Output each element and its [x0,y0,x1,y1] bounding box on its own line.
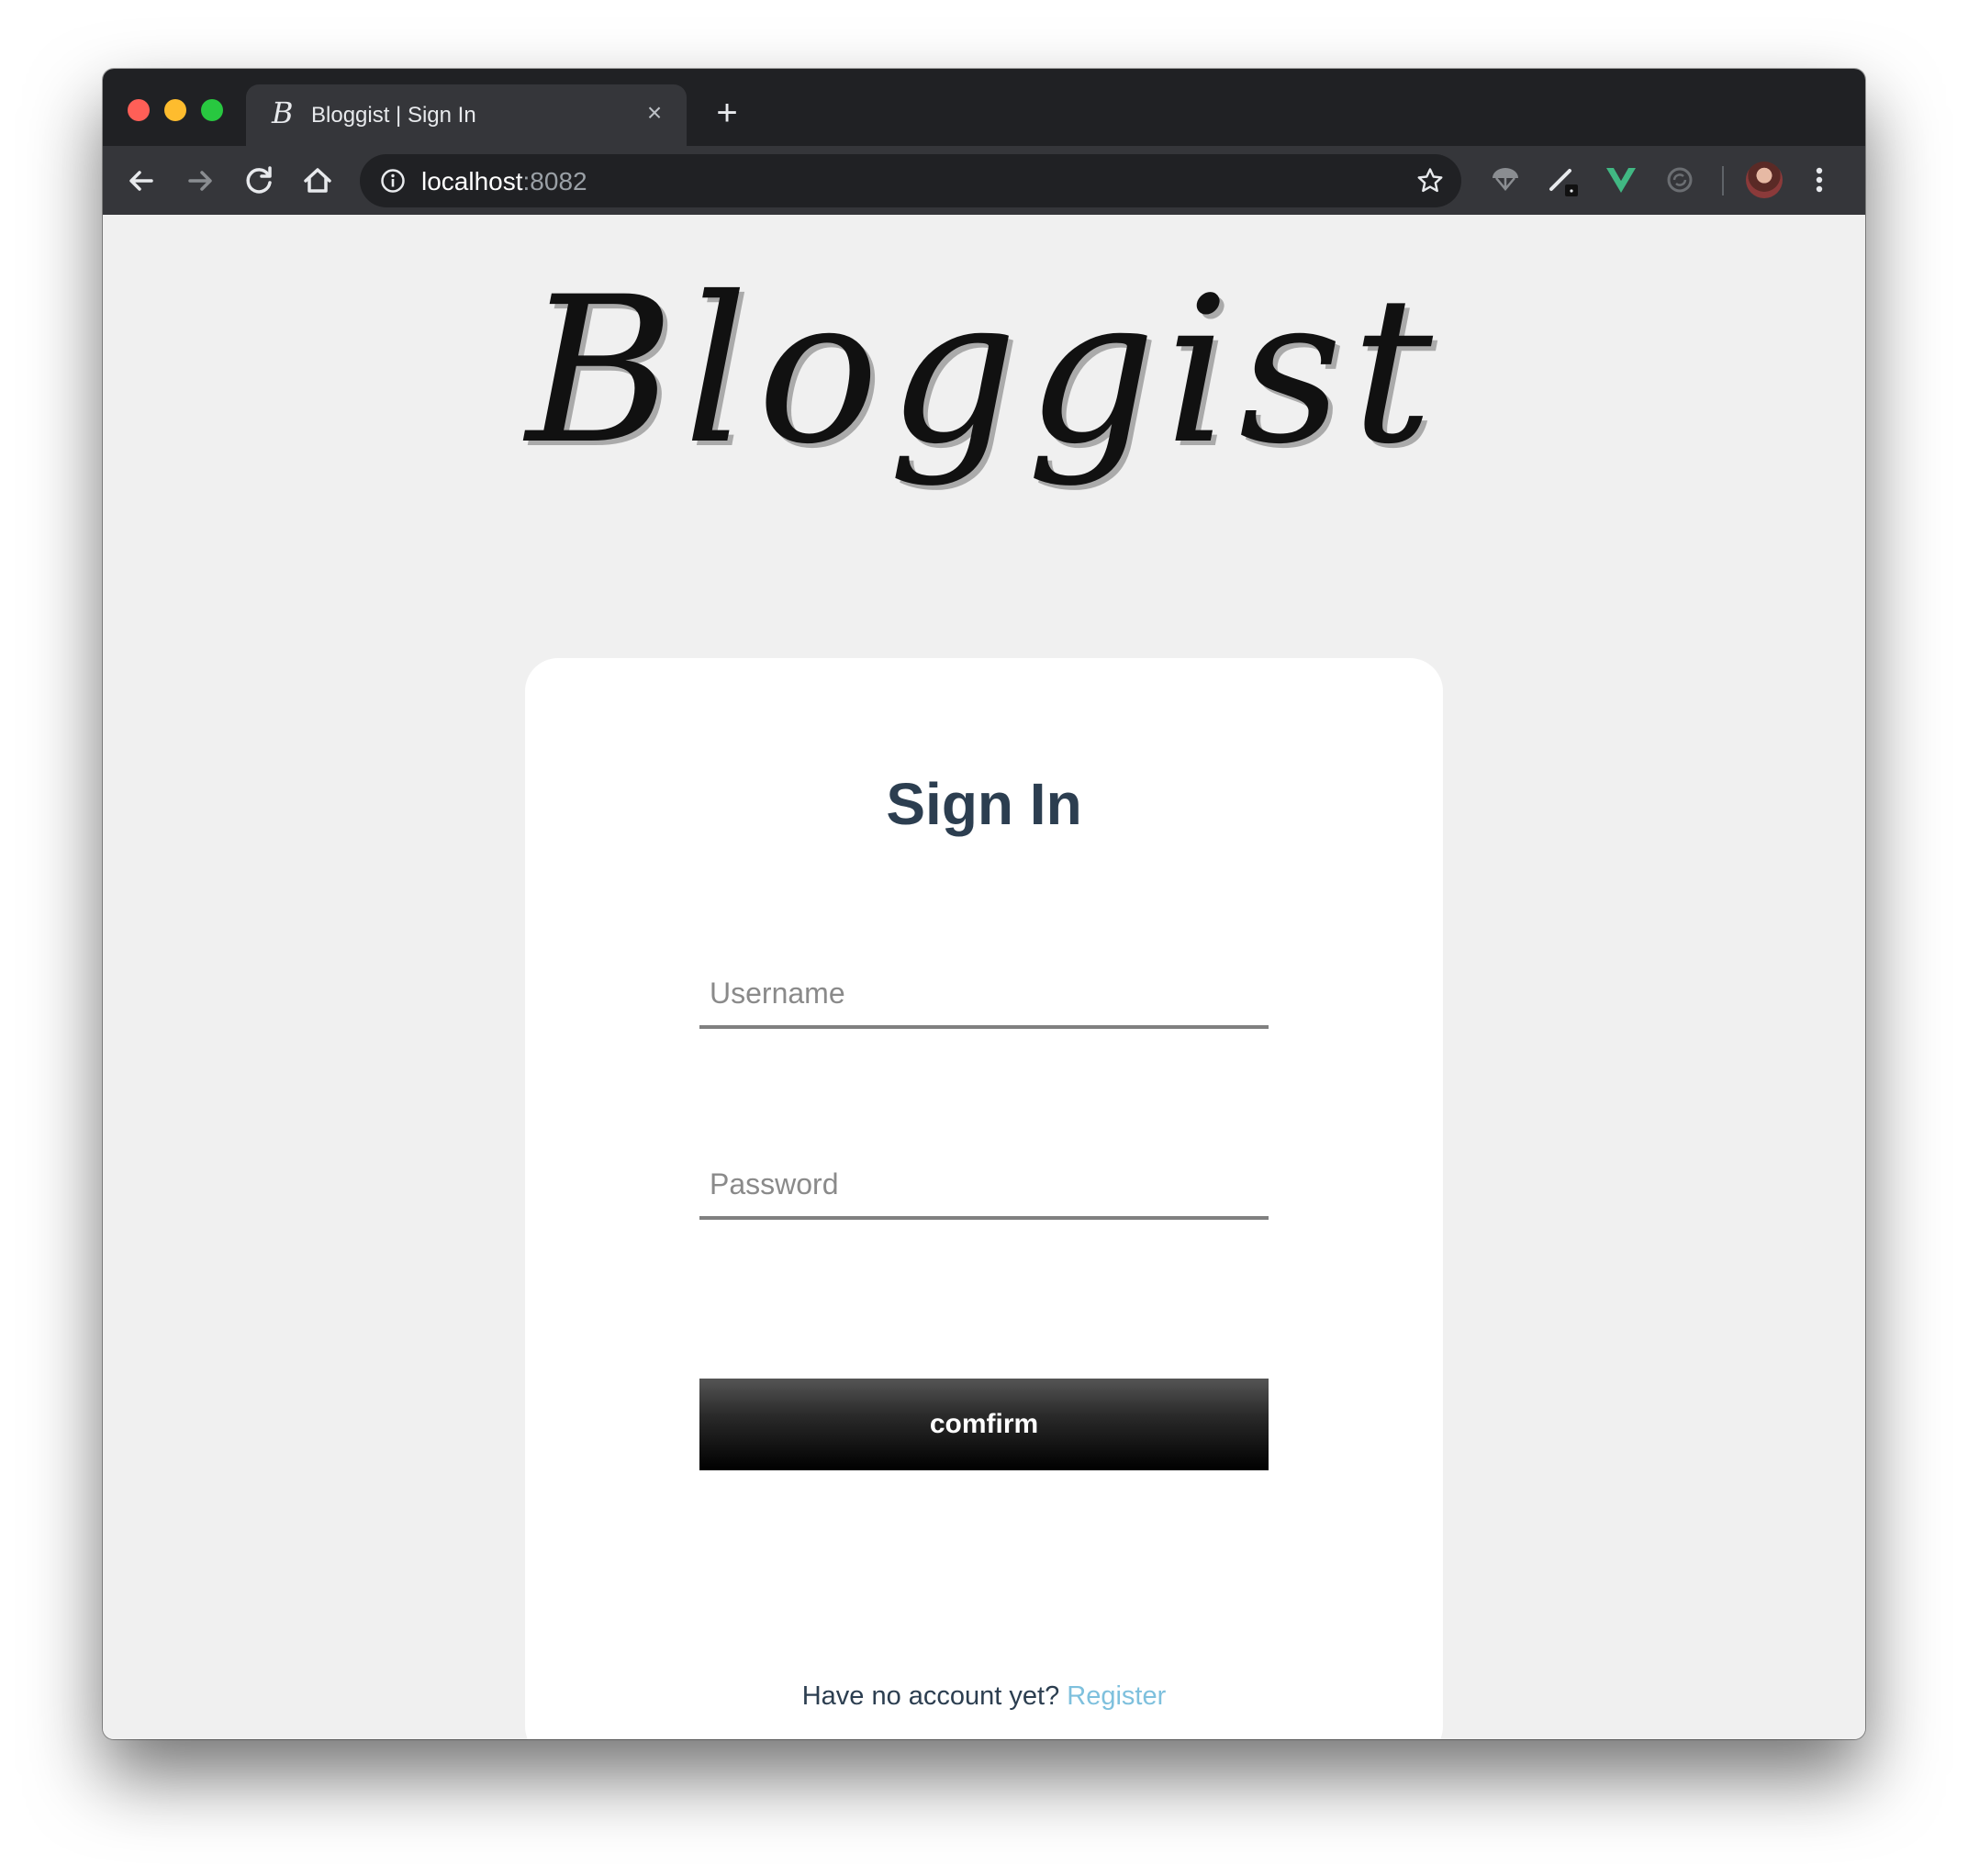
close-window-button[interactable] [128,99,150,121]
forward-arrow-icon[interactable] [180,161,220,201]
tab-bloggist-sign-in[interactable]: B Bloggist | Sign In × [246,84,687,146]
register-prompt: Have no account yet? Register [525,1681,1443,1712]
vue-devtools-icon[interactable] [1603,162,1639,198]
tab-strip: B Bloggist | Sign In × + [103,69,1865,146]
maximize-window-button[interactable] [201,99,223,121]
register-link[interactable]: Register [1067,1681,1166,1711]
browser-toolbar: localhost:8082 [103,146,1865,215]
password-input[interactable] [699,1152,1269,1216]
username-input[interactable] [699,961,1269,1025]
toolbar-separator [1722,166,1724,195]
extension-pen-icon[interactable] [1544,162,1581,198]
profile-avatar[interactable] [1746,162,1783,198]
password-field [699,1152,1269,1220]
tab-title: Bloggist | Sign In [311,103,476,128]
info-icon[interactable] [380,168,406,194]
home-icon[interactable] [297,161,338,201]
url-text[interactable]: localhost:8082 [421,167,587,196]
extension-parachute-icon[interactable] [1487,162,1524,198]
reload-icon[interactable] [239,161,279,201]
browser-window: B Bloggist | Sign In × + localhost:8082 [103,69,1865,1739]
bloggist-favicon-icon: B [272,95,294,130]
sign-in-card: Sign In comfirm Have no account yet? Reg… [525,658,1443,1739]
confirm-button[interactable]: comfirm [699,1379,1269,1470]
url-port: :8082 [522,167,587,195]
back-arrow-icon[interactable] [121,161,162,201]
star-icon[interactable] [1415,166,1445,195]
kebab-menu-icon[interactable] [1810,162,1828,198]
extension-sync-icon[interactable] [1661,162,1698,198]
page-content: Bloggist Sign In comfirm Have no account… [103,215,1865,1739]
register-prompt-text: Have no account yet? [801,1681,1060,1711]
new-tab-button[interactable]: + [709,95,745,131]
tab-close-icon[interactable]: × [641,99,668,127]
page-title: Sign In [886,771,1082,837]
minimize-window-button[interactable] [164,99,186,121]
username-field [699,961,1269,1029]
url-host: localhost [421,167,523,195]
address-bar[interactable]: localhost:8082 [360,154,1461,207]
bloggist-logo: Bloggist [526,253,1442,488]
